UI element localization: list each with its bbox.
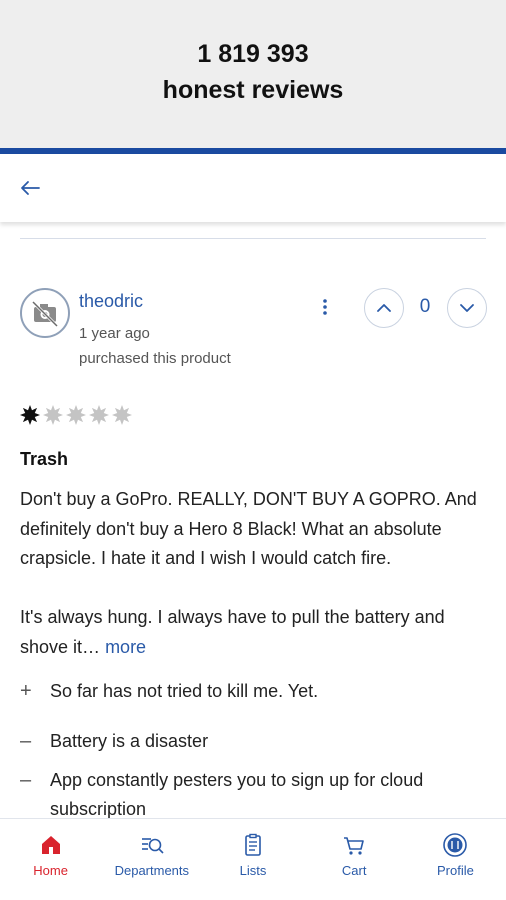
star-empty-icon	[66, 405, 86, 425]
arrow-left-icon	[21, 181, 40, 195]
banner-subtitle: honest reviews	[162, 76, 344, 104]
con-text: Battery is a disaster	[50, 731, 209, 751]
nav-cart[interactable]: Cart	[304, 819, 405, 900]
star-rating	[19, 404, 133, 426]
con-item: – App constantly pesters you to sign up …	[20, 766, 490, 824]
minus-icon: –	[20, 730, 32, 752]
nav-label: Departments	[114, 863, 190, 878]
nav-label: Lists	[239, 863, 267, 878]
downvote-button[interactable]	[447, 288, 487, 328]
con-item: – Battery is a disaster	[20, 727, 490, 756]
departments-icon	[141, 838, 164, 854]
avatar	[20, 288, 70, 338]
reviews-banner: 1 819 393 honest reviews	[0, 0, 506, 148]
no-photo-icon	[31, 300, 59, 328]
nav-home[interactable]: Home	[0, 819, 101, 900]
back-button[interactable]	[14, 174, 46, 202]
nav-profile[interactable]: Profile	[405, 819, 506, 900]
review-date: 1 year ago	[79, 325, 150, 342]
review-paragraph: Don't buy a GoPro. REALLY, DON'T BUY A G…	[20, 489, 477, 568]
verified-purchase-label: purchased this product	[79, 350, 231, 367]
reviewer-name[interactable]: theodric	[79, 291, 143, 312]
review-title: Trash	[20, 449, 69, 469]
list-icon	[245, 833, 261, 856]
home-icon	[41, 836, 60, 854]
nav-lists[interactable]: Lists	[202, 819, 303, 900]
review-paragraph: It's always hung. I always have to pull …	[20, 603, 490, 662]
star-empty-icon	[112, 405, 132, 425]
bottom-navigation: Home Departments Lists Cart Profile	[0, 818, 506, 900]
vote-count: 0	[419, 296, 431, 317]
star-empty-icon	[43, 405, 63, 425]
profile-icon	[443, 833, 468, 857]
review-count: 1 819 393	[197, 40, 309, 68]
review-body: Don't buy a GoPro. REALLY, DON'T BUY A G…	[20, 485, 490, 662]
pro-item: + So far has not tried to kill me. Yet.	[20, 677, 490, 706]
more-options-button[interactable]	[312, 292, 338, 322]
nav-label: Home	[33, 863, 68, 878]
section-divider	[20, 238, 486, 239]
nav-label: Profile	[436, 863, 474, 878]
star-filled-icon	[20, 405, 40, 425]
nav-departments[interactable]: Departments	[101, 819, 202, 900]
top-bar	[0, 154, 506, 222]
minus-icon: –	[20, 769, 32, 791]
more-vertical-icon	[323, 299, 327, 315]
con-text: App constantly pesters you to sign up fo…	[50, 770, 424, 819]
cart-icon	[344, 837, 365, 855]
upvote-button[interactable]	[364, 288, 404, 328]
chevron-up-icon	[377, 304, 391, 312]
star-empty-icon	[89, 405, 109, 425]
nav-label: Cart	[341, 863, 367, 878]
pro-text: So far has not tried to kill me. Yet.	[50, 681, 319, 701]
plus-icon: +	[20, 680, 32, 702]
read-more-link[interactable]: more	[105, 637, 146, 657]
chevron-down-icon	[460, 304, 474, 312]
review-paragraph-text: It's always hung. I always have to pull …	[20, 607, 445, 657]
